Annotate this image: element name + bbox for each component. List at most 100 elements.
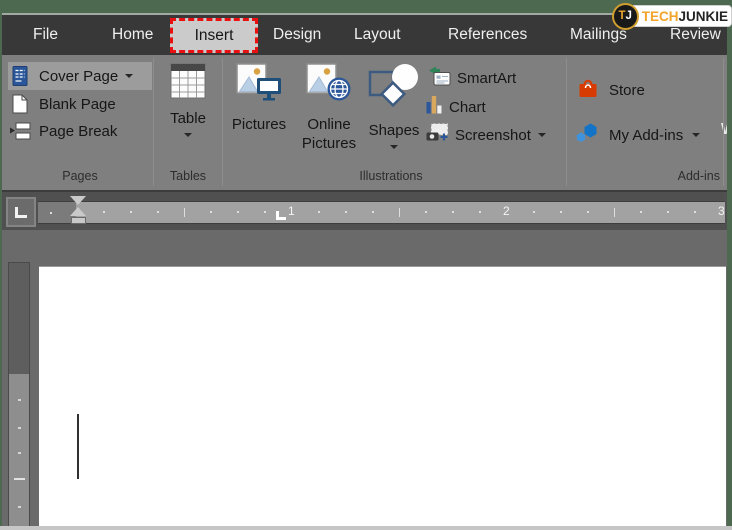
ruler-tick [587,211,589,213]
shapes-dropdown-caret [390,145,398,149]
window-content: File Home Insert Design Layout Reference… [2,13,727,526]
left-indent-marker[interactable] [71,217,86,224]
page-break-label: Page Break [39,123,117,140]
page-break-button[interactable]: Page Break [8,117,152,145]
cover-page-icon [8,66,32,86]
screenshot-label: Screenshot [455,127,531,144]
group-divider [222,58,223,186]
techjunkie-logo: TJ TECHJUNKIE [612,2,732,30]
chart-icon [426,95,443,119]
chart-button[interactable]: Chart [426,94,486,120]
store-label: Store [609,82,645,99]
chart-label: Chart [449,99,486,116]
tab-insert-selected[interactable]: Insert [170,18,258,53]
text-cursor [77,414,79,479]
blank-page-button[interactable]: Blank Page [8,90,152,118]
vertical-ruler [8,374,30,526]
logo-word-junkie: JUNKIE [678,9,728,24]
ruler-tick [318,211,320,213]
tab-stop-marker[interactable] [276,211,286,220]
online-pictures-line1: Online [307,116,350,133]
shapes-button[interactable]: Shapes [364,57,424,167]
ruler-tick [425,211,427,213]
ruler-tick [399,208,400,217]
smartart-label: SmartArt [457,70,516,87]
ruler-row: 1 2 3 [2,190,727,230]
cover-page-dropdown-caret [125,74,133,78]
online-pictures-line2: Pictures [302,135,356,152]
my-addins-dropdown-caret [692,133,700,137]
online-pictures-icon [306,63,352,110]
tab-layout[interactable]: Layout [354,15,401,55]
logo-word-tech: TECH [642,9,679,24]
shapes-label: Shapes [369,121,420,140]
bottom-edge [0,526,732,530]
logo-letter-t: T [619,10,626,22]
ruler-number-1: 1 [288,204,295,218]
table-label: Table [170,109,206,128]
store-icon [576,76,600,105]
online-pictures-button[interactable]: Online Pictures [294,57,364,167]
screenshot-dropdown-caret [538,133,546,137]
table-button[interactable]: Table [156,57,220,167]
horizontal-ruler[interactable] [76,201,725,224]
table-dropdown-caret [184,133,192,137]
ruler-tick [667,211,669,213]
cover-page-button[interactable]: Cover Page [8,62,152,90]
screenshot-button[interactable]: Screenshot [426,122,546,148]
smartart-button[interactable]: SmartArt [426,65,516,91]
ruler-tick [237,211,239,213]
hanging-indent-marker[interactable] [70,207,86,216]
ruler-tick [157,211,159,213]
addins-group-label: Add-ins [562,169,720,183]
ruler-tick [345,211,347,213]
vertical-ruler-margin [8,262,30,374]
ruler-tick [479,211,481,213]
my-addins-label: My Add-ins [609,127,683,144]
blank-page-icon [8,94,32,114]
store-button[interactable]: Store [576,76,645,104]
ruler-tick [130,211,132,213]
tab-file[interactable]: File [33,15,58,55]
ribbon: Cover Page Blank Page [2,55,727,190]
table-icon [170,63,206,104]
left-tab-glyph [15,207,27,218]
blank-page-label: Blank Page [39,96,116,113]
pages-group-label: Pages [8,169,152,183]
group-divider [153,58,154,186]
ruler-tick [640,211,642,213]
pictures-label: Pictures [232,115,286,134]
ruler-tick [614,208,615,217]
pictures-icon [236,63,282,110]
techjunkie-wordmark: TECHJUNKIE [624,5,732,27]
group-divider [566,58,567,186]
ruler-tick [533,211,535,213]
pictures-button[interactable]: Pictures [226,57,292,167]
tab-stop-selector[interactable] [6,197,36,227]
screenshot-icon [426,123,449,147]
tab-references[interactable]: References [448,15,527,55]
ruler-number-2: 2 [503,204,510,218]
my-addins-icon [576,122,600,148]
first-line-indent-marker[interactable] [70,196,86,205]
wikipedia-clipped-glyph[interactable]: W [721,121,727,139]
document-page[interactable] [39,266,726,526]
tables-group-label: Tables [154,169,222,183]
cover-page-label: Cover Page [39,68,118,85]
shapes-icon [367,63,421,116]
word-window: File Home Insert Design Layout Reference… [0,0,732,530]
my-addins-button[interactable]: My Add-ins [576,121,700,149]
ruler-number-3: 3 [718,204,725,218]
ruler-tick [264,211,266,213]
document-area [2,230,727,526]
logo-letter-j: J [626,10,632,22]
ruler-tick [103,211,105,213]
ruler-tick [184,208,185,217]
online-pictures-label: Online Pictures [302,115,356,153]
tab-home[interactable]: Home [112,15,153,55]
ruler-tick [694,211,696,213]
smartart-icon [426,66,451,91]
techjunkie-badge-icon: TJ [612,3,639,30]
ruler-tick [210,211,212,213]
tab-design[interactable]: Design [273,15,321,55]
